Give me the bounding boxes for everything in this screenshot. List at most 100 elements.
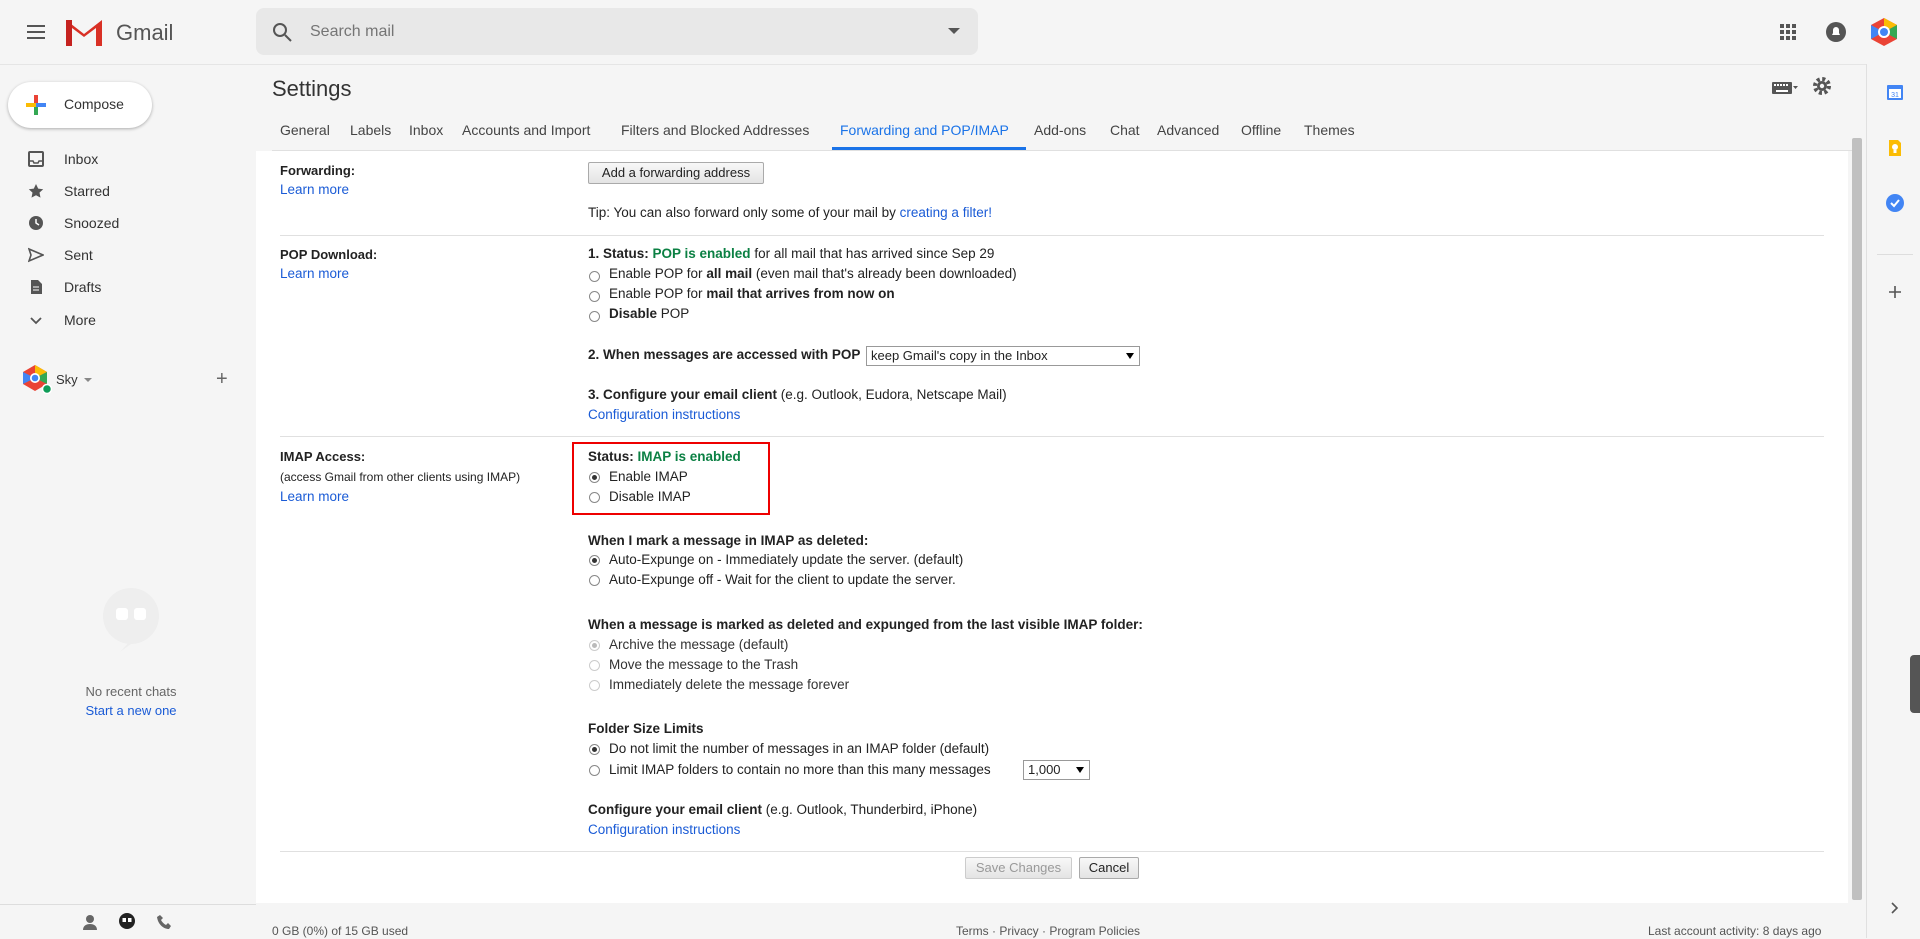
enable-imap-label[interactable]: Enable IMAP <box>609 469 688 484</box>
inbox-icon <box>28 151 44 167</box>
imap-learn-more-link[interactable]: Learn more <box>280 489 349 504</box>
limit-folder-radio[interactable] <box>589 765 600 776</box>
phone-icon[interactable] <box>156 913 174 931</box>
expand-side-panel-icon[interactable] <box>1885 898 1905 918</box>
hangouts-avatar-icon <box>23 365 52 394</box>
tab-offline[interactable]: Offline <box>1241 122 1281 138</box>
enable-imap-radio[interactable] <box>589 472 600 483</box>
add-forwarding-address-button[interactable]: Add a forwarding address <box>588 162 764 184</box>
search-bar[interactable] <box>256 8 978 55</box>
nav-item-snoozed[interactable]: Snoozed <box>0 207 240 239</box>
folder-limit-value: 1,000 <box>1028 762 1061 777</box>
apps-grid-icon[interactable] <box>1776 20 1800 44</box>
no-folder-limit-label[interactable]: Do not limit the number of messages in a… <box>609 741 989 756</box>
hangouts-user[interactable]: Sky + <box>22 364 252 394</box>
forwarding-tip: Tip: You can also forward only some of y… <box>588 205 992 220</box>
pop-option-label: Enable POP for all mail (even mail that'… <box>609 266 1017 281</box>
gmail-logo-icon[interactable] <box>64 16 104 48</box>
draft-icon <box>31 280 42 294</box>
footer-links[interactable]: Terms · Privacy · Program Policies <box>956 924 1140 938</box>
tasks-icon[interactable] <box>1885 193 1905 213</box>
nav-item-starred[interactable]: Starred <box>0 175 240 207</box>
imap-status-label: Status: <box>588 449 638 464</box>
notifications-icon[interactable] <box>1824 20 1848 44</box>
side-panel: 31 <box>1866 64 1920 938</box>
tab-accounts-and-import[interactable]: Accounts and Import <box>462 122 590 138</box>
tab-general[interactable]: General <box>280 122 330 138</box>
move-to-trash-label[interactable]: Move the message to the Trash <box>609 657 798 672</box>
tab-inbox[interactable]: Inbox <box>409 122 443 138</box>
nav-item-drafts[interactable]: Drafts <box>0 271 240 303</box>
new-chat-plus-icon[interactable]: + <box>216 368 228 391</box>
limit-folder-label[interactable]: Limit IMAP folders to contain no more th… <box>609 762 991 777</box>
hangouts-chat-icon[interactable] <box>118 913 136 931</box>
save-changes-button[interactable]: Save Changes <box>965 857 1072 879</box>
auto-expunge-on-label[interactable]: Auto-Expunge on - Immediately update the… <box>609 552 963 567</box>
keyboard-icon[interactable] <box>1772 80 1798 96</box>
pop-status: 1. Status: POP is enabled for all mail t… <box>588 246 994 261</box>
move-to-trash-radio[interactable] <box>589 660 600 671</box>
search-input[interactable] <box>308 18 912 46</box>
contacts-icon[interactable] <box>81 913 99 931</box>
account-avatar-icon[interactable] <box>1868 16 1900 48</box>
nav-item-more[interactable]: More <box>0 304 240 336</box>
tab-chat[interactable]: Chat <box>1110 122 1140 138</box>
delete-forever-radio[interactable] <box>589 680 600 691</box>
disable-imap-label[interactable]: Disable IMAP <box>609 489 691 504</box>
settings-panel <box>256 151 1848 903</box>
tab-add-ons[interactable]: Add-ons <box>1034 122 1086 138</box>
settings-gear-icon[interactable] <box>1812 76 1832 96</box>
disable-imap-radio[interactable] <box>589 492 600 503</box>
pop-when-accessed-select[interactable]: keep Gmail's copy in the Inbox <box>866 346 1140 366</box>
auto-expunge-on-radio[interactable] <box>589 555 600 566</box>
main-menu-icon[interactable] <box>24 20 48 44</box>
tab-themes[interactable]: Themes <box>1304 122 1355 138</box>
side-drag-handle[interactable] <box>1910 655 1920 713</box>
tab-labels[interactable]: Labels <box>350 122 391 138</box>
folder-limit-select[interactable]: 1,000 <box>1023 760 1090 780</box>
auto-expunge-off-label[interactable]: Auto-Expunge off - Wait for the client t… <box>609 572 956 587</box>
pop-status-value: POP is enabled <box>652 246 751 261</box>
nav-label: Drafts <box>64 279 102 295</box>
archive-message-radio[interactable] <box>589 640 600 651</box>
status-dropdown-icon[interactable] <box>84 378 92 382</box>
add-on-plus-icon[interactable] <box>1885 282 1905 302</box>
compose-button[interactable]: Compose <box>8 82 152 128</box>
cancel-button[interactable]: Cancel <box>1079 857 1139 879</box>
storage-usage: 0 GB (0%) of 15 GB used <box>272 924 409 938</box>
tab-filters-and-blocked-addresses[interactable]: Filters and Blocked Addresses <box>621 122 809 138</box>
pop-status-suffix: for all mail that has arrived since Sep … <box>750 246 995 261</box>
nav-item-sent[interactable]: Sent <box>0 239 240 271</box>
search-icon[interactable] <box>270 20 294 44</box>
section-divider <box>280 436 1824 437</box>
start-new-chat-link[interactable]: Start a new one <box>0 703 262 718</box>
nav-label: Starred <box>64 183 110 199</box>
tab-advanced[interactable]: Advanced <box>1157 122 1219 138</box>
delete-forever-label[interactable]: Immediately delete the message forever <box>609 677 849 692</box>
calendar-icon[interactable]: 31 <box>1885 82 1905 102</box>
keep-icon[interactable] <box>1885 138 1905 158</box>
pop-learn-more-link[interactable]: Learn more <box>280 266 349 281</box>
pop-when-accessed-value: keep Gmail's copy in the Inbox <box>871 348 1048 363</box>
search-options-icon[interactable] <box>948 28 960 34</box>
imap-access-subtext: (access Gmail from other clients using I… <box>280 470 521 484</box>
forwarding-learn-more-link[interactable]: Learn more <box>280 182 349 197</box>
auto-expunge-off-radio[interactable] <box>589 575 600 586</box>
pop-status-label: 1. Status: <box>588 246 653 261</box>
pop-disable-radio[interactable] <box>589 311 600 322</box>
no-folder-limit-radio[interactable] <box>589 744 600 755</box>
nav-label: Sent <box>64 247 93 263</box>
imap-config-instructions-link[interactable]: Configuration instructions <box>588 822 740 837</box>
pop-from-now-radio[interactable] <box>589 291 600 302</box>
hangouts-user-name: Sky <box>56 372 78 387</box>
pop-config-instructions-link[interactable]: Configuration instructions <box>588 407 740 422</box>
last-account-activity[interactable]: Last account activity: 8 days ago <box>1648 924 1821 938</box>
tab-forwarding-and-pop-imap[interactable]: Forwarding and POP/IMAP <box>840 122 1009 138</box>
create-filter-link[interactable]: creating a filter! <box>900 205 992 220</box>
archive-message-label[interactable]: Archive the message (default) <box>609 637 788 652</box>
main-scrollbar[interactable] <box>1852 138 1862 900</box>
pop-option-text: Enable POP for <box>609 286 707 301</box>
pop-all-mail-radio[interactable] <box>589 271 600 282</box>
nav-item-inbox[interactable]: Inbox <box>0 143 240 175</box>
forwarding-tip-text: Tip: You can also forward only some of y… <box>588 205 900 220</box>
